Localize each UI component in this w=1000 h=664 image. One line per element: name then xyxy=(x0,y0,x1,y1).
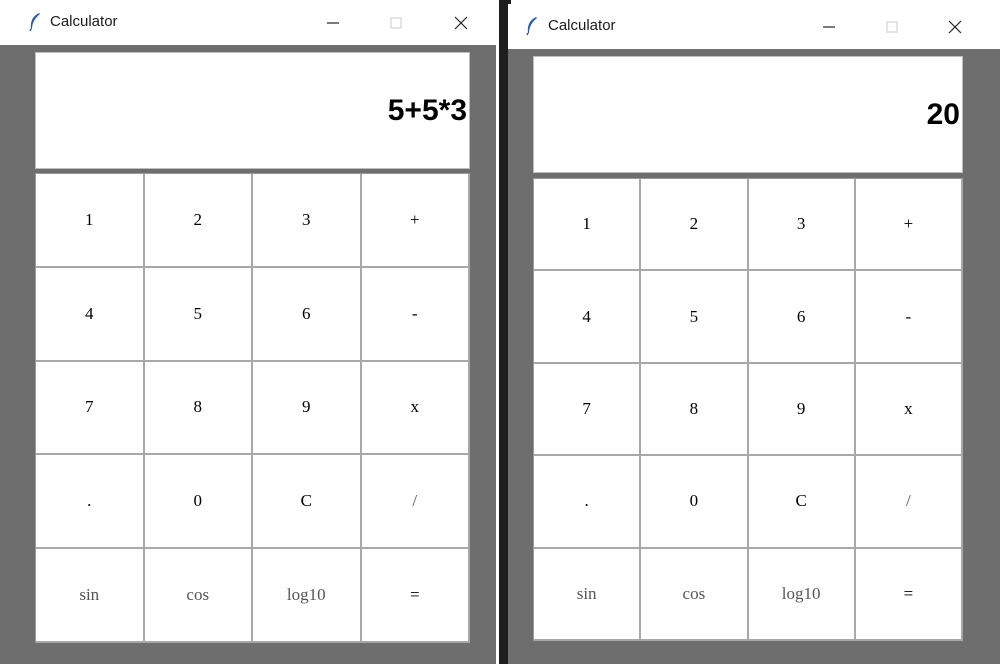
key-6-button[interactable]: 6 xyxy=(253,267,362,362)
maximize-button[interactable] xyxy=(869,4,915,49)
title-bar[interactable]: Calculator xyxy=(508,4,1000,49)
key-minus-button[interactable]: - xyxy=(361,267,470,362)
keypad: 1 2 3 +4 5 6- 7 8 9 x. 0 C / sin cos log10 = xyxy=(533,178,963,641)
display-value: 20 xyxy=(926,97,960,131)
minimize-button[interactable] xyxy=(806,4,852,49)
key-1-button[interactable]: 1 xyxy=(534,179,642,272)
key-9-button[interactable]: 9 xyxy=(253,361,362,456)
display-field: 5+5*3 xyxy=(35,52,470,169)
key-5-button[interactable]: 5 xyxy=(144,267,253,362)
close-button[interactable] xyxy=(932,4,978,49)
key-divide-button[interactable]: / xyxy=(361,455,470,550)
key-2-button[interactable]: 2 xyxy=(641,179,749,272)
key-cos-button[interactable]: cos xyxy=(144,549,253,643)
key-log10-button[interactable]: log10 xyxy=(253,549,362,643)
key-4-button[interactable]: 4 xyxy=(534,271,642,364)
key-3-button[interactable]: 3 xyxy=(748,179,856,272)
close-button[interactable] xyxy=(438,0,484,45)
key-0-button[interactable]: 0 xyxy=(641,456,749,549)
maximize-button[interactable] xyxy=(373,0,419,45)
minimize-button[interactable] xyxy=(310,0,356,45)
key-plus-button[interactable]: + xyxy=(361,174,470,268)
calculator-window-right: Calculator 20 1 2 3 +4 5 6- 7 8 9 x. 0 C / sin cos log1… xyxy=(508,4,1000,664)
key-multiply-button[interactable]: x xyxy=(361,361,470,456)
key-4-button[interactable]: 4 xyxy=(36,267,145,362)
key-divide-button[interactable]: / xyxy=(855,456,963,549)
key-equals-button[interactable]: = xyxy=(855,548,963,641)
display-value: 5+5*3 xyxy=(387,93,467,127)
key-plus-button[interactable]: + xyxy=(855,179,963,272)
key-log10-button[interactable]: log10 xyxy=(748,548,856,641)
key-6-button[interactable]: 6 xyxy=(748,271,856,364)
close-icon xyxy=(454,16,468,29)
key-decimal-button[interactable]: . xyxy=(534,456,642,549)
minimize-icon xyxy=(327,21,339,24)
close-icon xyxy=(948,20,962,33)
display-field: 20 xyxy=(533,56,963,173)
key-5-button[interactable]: 5 xyxy=(641,271,749,364)
key-8-button[interactable]: 8 xyxy=(144,361,253,456)
key-equals-button[interactable]: = xyxy=(361,549,470,643)
feather-icon xyxy=(27,12,43,32)
key-decimal-button[interactable]: . xyxy=(36,455,145,550)
maximize-icon xyxy=(390,17,402,28)
key-clear-button[interactable]: C xyxy=(253,455,362,550)
key-multiply-button[interactable]: x xyxy=(855,363,963,457)
maximize-icon xyxy=(886,21,898,32)
key-cos-button[interactable]: cos xyxy=(641,548,749,641)
key-9-button[interactable]: 9 xyxy=(748,363,856,457)
key-sin-button[interactable]: sin xyxy=(534,548,642,641)
calculator-window-left: Calculator 5+5*3 1 2 3 +4 5 6- 7 8 9 x. 0 C / sin cos l… xyxy=(0,0,496,664)
key-7-button[interactable]: 7 xyxy=(534,363,642,457)
key-7-button[interactable]: 7 xyxy=(36,361,145,456)
key-minus-button[interactable]: - xyxy=(855,271,963,364)
minimize-icon xyxy=(823,25,835,28)
key-clear-button[interactable]: C xyxy=(748,456,856,549)
title-bar[interactable]: Calculator xyxy=(0,0,496,45)
window-title: Calculator xyxy=(548,17,616,34)
key-sin-button[interactable]: sin xyxy=(36,549,145,643)
key-1-button[interactable]: 1 xyxy=(36,174,145,268)
key-8-button[interactable]: 8 xyxy=(641,363,749,457)
keypad: 1 2 3 +4 5 6- 7 8 9 x. 0 C / sin cos log10 = xyxy=(35,173,470,643)
key-3-button[interactable]: 3 xyxy=(253,174,362,268)
key-2-button[interactable]: 2 xyxy=(144,174,253,268)
window-title: Calculator xyxy=(50,13,118,30)
key-0-button[interactable]: 0 xyxy=(144,455,253,550)
feather-icon xyxy=(524,16,540,36)
